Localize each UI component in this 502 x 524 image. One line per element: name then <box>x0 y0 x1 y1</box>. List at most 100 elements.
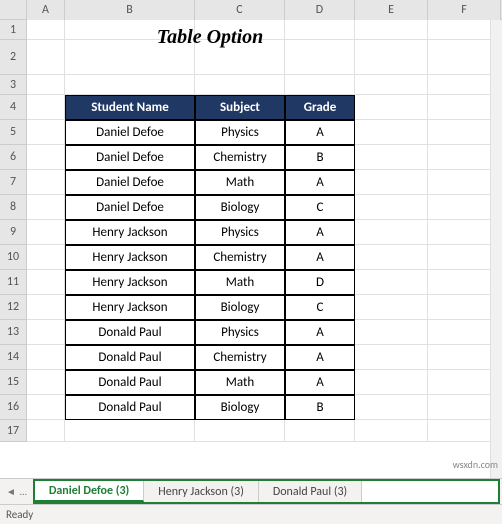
td-grade[interactable]: C <box>285 295 355 320</box>
row-header-9[interactable]: 9 <box>0 220 27 245</box>
th-subject[interactable]: Subject <box>195 95 285 120</box>
cell[interactable] <box>355 20 428 40</box>
vertical-scrollbar[interactable] <box>490 20 502 478</box>
col-header-d[interactable]: D <box>285 0 355 20</box>
cell[interactable] <box>27 120 65 145</box>
td-subject[interactable]: Chemistry <box>195 145 285 170</box>
col-header-f[interactable]: F <box>428 0 501 20</box>
td-grade[interactable]: C <box>285 195 355 220</box>
td-student[interactable]: Daniel Defoe <box>65 195 195 220</box>
cell[interactable] <box>27 145 65 170</box>
row-header-6[interactable]: 6 <box>0 145 27 170</box>
td-student[interactable]: Henry Jackson <box>65 245 195 270</box>
tab-prev-icon[interactable]: ◄ <box>6 485 16 498</box>
cell[interactable] <box>27 95 65 120</box>
td-student[interactable]: Henry Jackson <box>65 295 195 320</box>
td-subject[interactable]: Physics <box>195 120 285 145</box>
td-grade[interactable]: A <box>285 320 355 345</box>
td-subject[interactable]: Chemistry <box>195 345 285 370</box>
cell[interactable] <box>27 245 65 270</box>
cell[interactable] <box>65 420 195 442</box>
td-grade[interactable]: A <box>285 245 355 270</box>
row-header-3[interactable]: 3 <box>0 75 27 95</box>
cell[interactable] <box>355 420 428 442</box>
cell[interactable] <box>27 195 65 220</box>
td-student[interactable]: Donald Paul <box>65 395 195 420</box>
td-student[interactable]: Henry Jackson <box>65 270 195 295</box>
cell[interactable] <box>355 345 428 370</box>
cell[interactable] <box>285 40 355 75</box>
cell[interactable] <box>27 420 65 442</box>
cell[interactable] <box>355 295 428 320</box>
cell[interactable] <box>27 320 65 345</box>
cell[interactable] <box>27 75 65 95</box>
cell[interactable] <box>355 75 428 95</box>
cell[interactable] <box>27 370 65 395</box>
select-all-corner[interactable] <box>0 0 27 20</box>
td-grade[interactable]: A <box>285 170 355 195</box>
cell[interactable] <box>285 420 355 442</box>
td-student[interactable]: Daniel Defoe <box>65 120 195 145</box>
row-header-2[interactable]: 2 <box>0 40 27 75</box>
th-student[interactable]: Student Name <box>65 95 195 120</box>
row-header-14[interactable]: 14 <box>0 345 27 370</box>
row-header-15[interactable]: 15 <box>0 370 27 395</box>
cell[interactable] <box>27 220 65 245</box>
cell[interactable] <box>355 95 428 120</box>
cell[interactable] <box>27 20 65 40</box>
cell[interactable] <box>195 75 285 95</box>
td-subject[interactable]: Biology <box>195 195 285 220</box>
cell[interactable] <box>355 195 428 220</box>
cell[interactable] <box>195 40 285 75</box>
td-student[interactable]: Henry Jackson <box>65 220 195 245</box>
cell[interactable] <box>355 40 428 75</box>
cell[interactable] <box>355 170 428 195</box>
cell[interactable] <box>355 370 428 395</box>
td-student[interactable]: Donald Paul <box>65 320 195 345</box>
td-student[interactable]: Daniel Defoe <box>65 170 195 195</box>
col-header-b[interactable]: B <box>65 0 195 20</box>
td-student[interactable]: Donald Paul <box>65 345 195 370</box>
cell[interactable] <box>285 20 355 40</box>
cell[interactable] <box>27 170 65 195</box>
td-grade[interactable]: A <box>285 370 355 395</box>
row-header-11[interactable]: 11 <box>0 270 27 295</box>
cell[interactable] <box>355 245 428 270</box>
row-header-5[interactable]: 5 <box>0 120 27 145</box>
cell[interactable] <box>65 75 195 95</box>
cell[interactable] <box>355 145 428 170</box>
col-header-a[interactable]: A <box>27 0 65 20</box>
sheet-tab[interactable]: Daniel Defoe (3) <box>35 481 144 502</box>
cell[interactable] <box>195 20 285 40</box>
col-header-e[interactable]: E <box>355 0 428 20</box>
td-grade[interactable]: B <box>285 145 355 170</box>
cell[interactable] <box>65 40 195 75</box>
row-header-13[interactable]: 13 <box>0 320 27 345</box>
row-header-16[interactable]: 16 <box>0 395 27 420</box>
cells-area[interactable]: Student NameSubjectGradeDaniel DefoePhys… <box>27 20 502 442</box>
td-grade[interactable]: A <box>285 120 355 145</box>
cell[interactable] <box>355 120 428 145</box>
row-header-7[interactable]: 7 <box>0 170 27 195</box>
row-header-17[interactable]: 17 <box>0 420 27 442</box>
td-subject[interactable]: Math <box>195 370 285 395</box>
sheet-tab[interactable]: Henry Jackson (3) <box>144 481 259 502</box>
cell[interactable] <box>27 295 65 320</box>
td-subject[interactable]: Math <box>195 270 285 295</box>
cell[interactable] <box>27 270 65 295</box>
td-student[interactable]: Daniel Defoe <box>65 145 195 170</box>
td-subject[interactable]: Biology <box>195 295 285 320</box>
cell[interactable] <box>65 20 195 40</box>
cell[interactable] <box>27 345 65 370</box>
row-header-1[interactable]: 1 <box>0 20 27 40</box>
cell[interactable] <box>27 395 65 420</box>
cell[interactable] <box>355 395 428 420</box>
td-subject[interactable]: Physics <box>195 220 285 245</box>
row-header-8[interactable]: 8 <box>0 195 27 220</box>
cell[interactable] <box>195 420 285 442</box>
td-subject[interactable]: Math <box>195 170 285 195</box>
td-subject[interactable]: Physics <box>195 320 285 345</box>
row-header-10[interactable]: 10 <box>0 245 27 270</box>
td-subject[interactable]: Chemistry <box>195 245 285 270</box>
tab-more-icon[interactable]: … <box>20 485 27 498</box>
